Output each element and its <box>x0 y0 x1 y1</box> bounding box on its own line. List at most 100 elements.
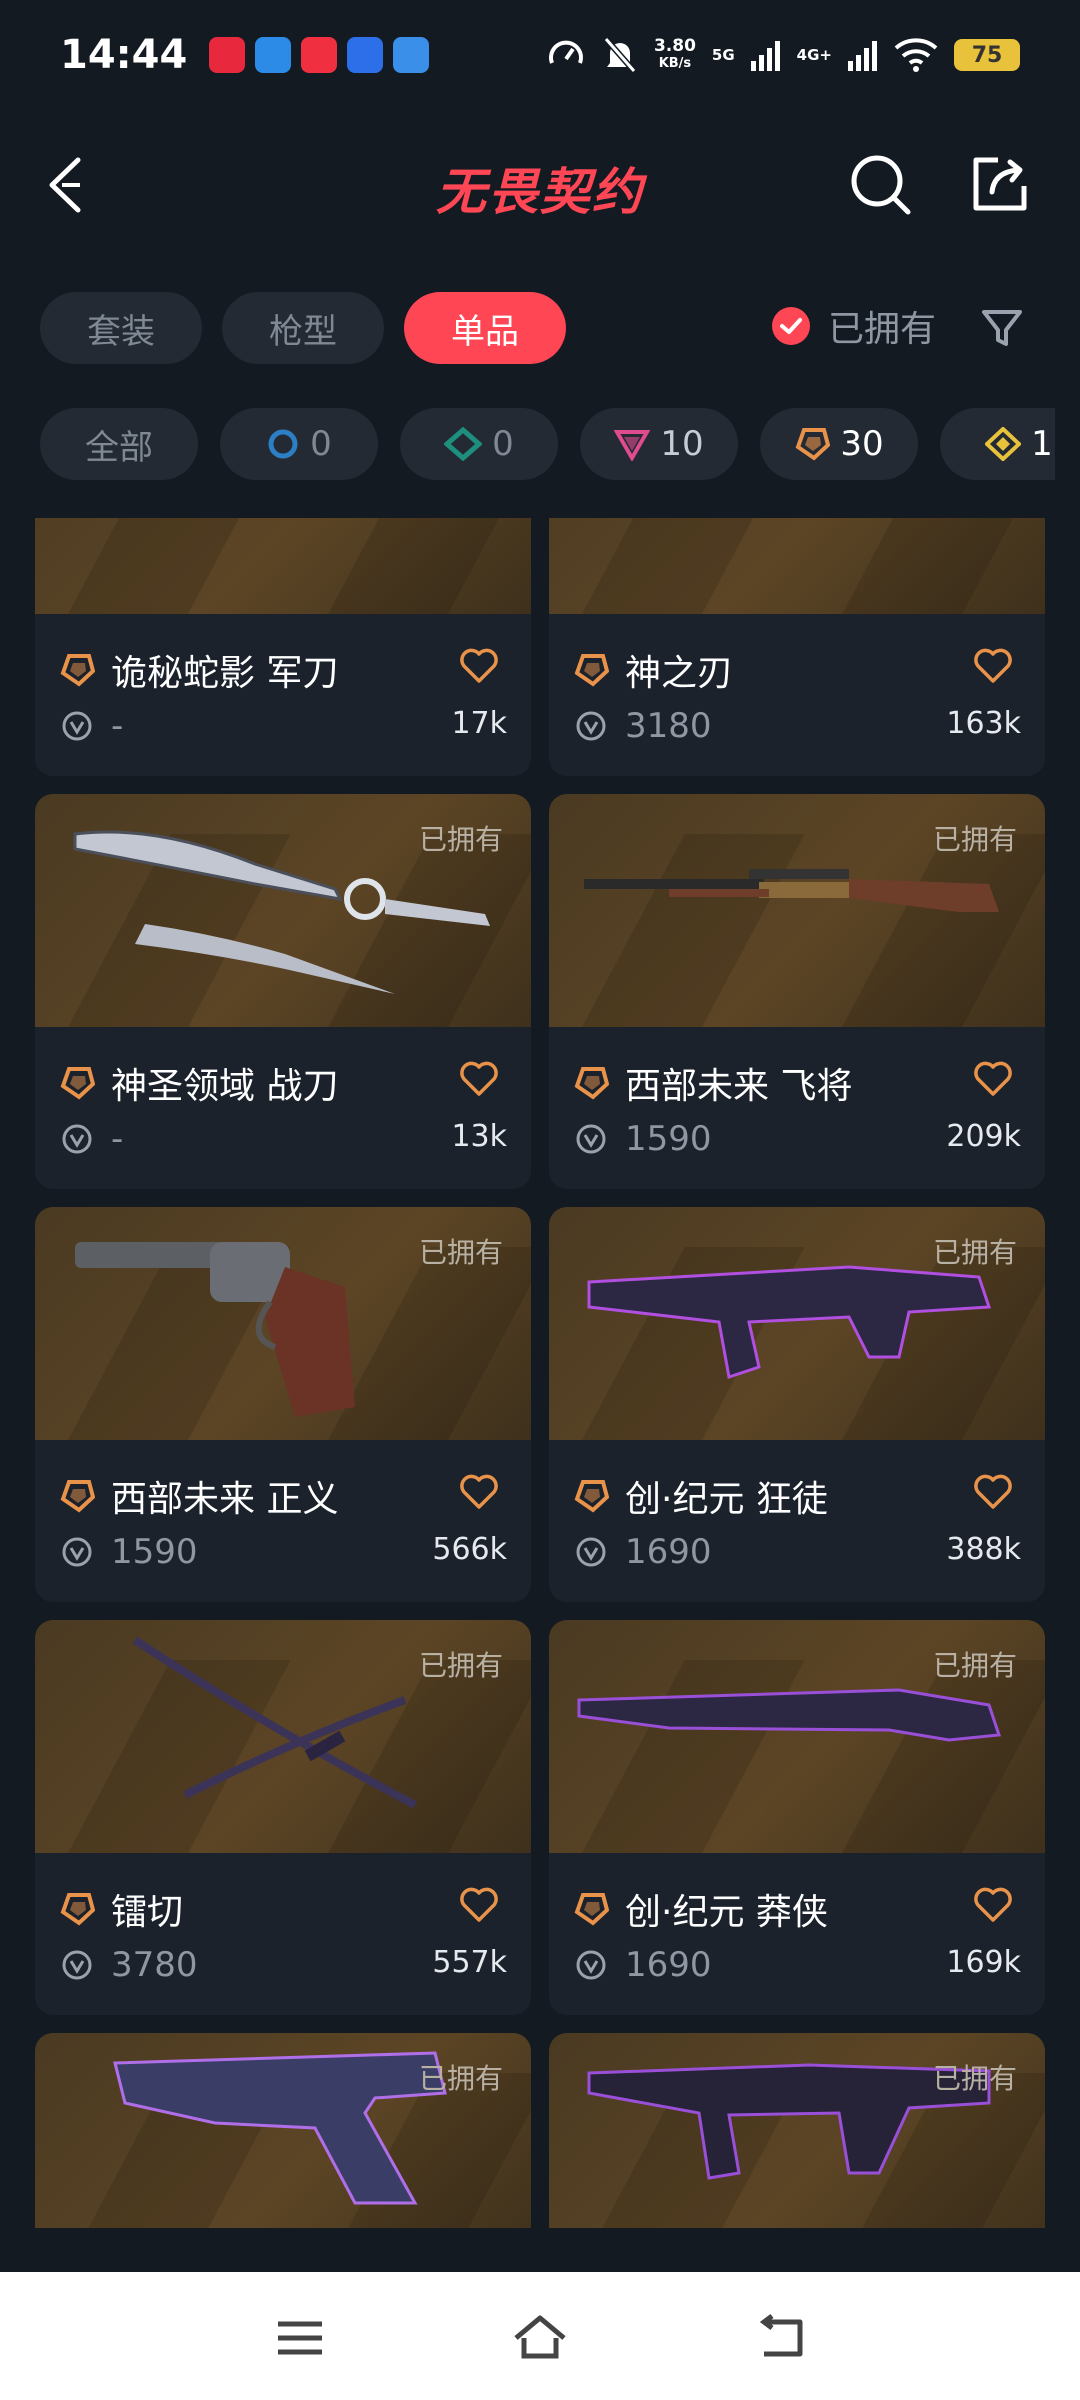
app-notification-icon <box>301 37 338 73</box>
weapon-name: 镭切 <box>111 1892 184 1933</box>
notification-icons <box>209 37 430 73</box>
weapon-price: 1590 <box>111 1532 198 1572</box>
weapon-thumbnail: 已拥有 <box>35 1620 531 1853</box>
heart-icon[interactable] <box>459 1474 499 1510</box>
chip-all[interactable]: 全部 <box>40 408 198 480</box>
weapon-card[interactable]: 神之刃 3180 163k <box>549 518 1045 776</box>
weapon-card[interactable]: 已拥有 创·纪元 狂徒 1690 388k <box>549 1207 1045 1602</box>
owned-tag: 已拥有 <box>418 823 503 856</box>
weapon-card[interactable]: 已拥有镭切 3780 557k <box>35 1620 531 2015</box>
app-notification-icon <box>209 37 246 73</box>
weapon-name: 神之刃 <box>625 653 734 694</box>
app-header: 无畏契约 <box>0 130 1080 240</box>
weapon-card[interactable]: 已拥有神圣领域 战刀 - 13k <box>35 794 531 1189</box>
weapon-price: 3180 <box>625 706 712 746</box>
likes-count: 209k <box>946 1119 1021 1154</box>
owned-tag: 已拥有 <box>418 1649 503 1682</box>
chip-tier-premium[interactable]: 10 <box>580 408 738 480</box>
weapon-name: 西部未来 飞将 <box>625 1066 853 1107</box>
menu-icon[interactable] <box>270 2308 330 2368</box>
weapon-info: 创·纪元 狂徒 1690 388k <box>549 1440 1045 1602</box>
owned-tag: 已拥有 <box>418 1236 503 1269</box>
likes-count: 163k <box>946 706 1021 741</box>
tier-exclusive-icon <box>574 1893 609 1926</box>
search-icon[interactable] <box>848 152 914 218</box>
chip-tier-exclusive[interactable]: 30 <box>760 408 918 480</box>
back-nav-icon[interactable] <box>752 2308 812 2368</box>
weapon-thumbnail <box>549 518 1045 614</box>
wifi-icon <box>894 38 938 72</box>
heart-icon[interactable] <box>973 1887 1013 1923</box>
chip-tier-deluxe[interactable]: 0 <box>400 408 558 480</box>
chip-tier-ultra[interactable]: 1 <box>940 408 1055 480</box>
weapon-price: 1590 <box>625 1119 712 1159</box>
owned-tag: 已拥有 <box>932 823 1017 856</box>
weapon-price: - <box>111 1119 124 1159</box>
tier-ultra-icon <box>985 427 1022 461</box>
weapon-card[interactable]: 已拥有 创·纪元 莽侠 1690 169k <box>549 1620 1045 2015</box>
share-icon[interactable] <box>968 150 1034 216</box>
weapon-info: 镭切 3780 557k <box>35 1853 531 2015</box>
tab-weapon-types[interactable]: 枪型 <box>222 292 384 364</box>
vp-currency-icon <box>576 711 606 741</box>
weapon-price: 1690 <box>625 1945 712 1985</box>
home-icon[interactable] <box>510 2308 570 2368</box>
speedometer-icon <box>548 40 583 64</box>
likes-count: 13k <box>451 1119 507 1154</box>
weapon-price: - <box>111 706 124 746</box>
heart-icon[interactable] <box>459 1887 499 1923</box>
weapon-thumbnail: 已拥有 <box>549 2033 1045 2228</box>
network-speed: 3.80 KB/s <box>653 36 696 71</box>
weapon-image <box>549 518 1045 614</box>
tier-exclusive-icon <box>795 428 831 461</box>
weapon-thumbnail: 已拥有 <box>549 794 1045 1027</box>
signal-icon <box>750 41 780 71</box>
weapon-name: 创·纪元 狂徒 <box>625 1479 828 1520</box>
likes-count: 17k <box>451 706 507 741</box>
heart-icon[interactable] <box>973 648 1013 684</box>
weapon-thumbnail: 已拥有 <box>35 1207 531 1440</box>
weapon-info: 诡秘蛇影 军刀 - 17k <box>35 614 531 776</box>
category-tabs: 套装 枪型 单品 <box>40 292 566 364</box>
weapon-info: 神之刃 3180 163k <box>549 614 1045 776</box>
likes-count: 388k <box>946 1532 1021 1567</box>
tier-exclusive-icon <box>574 1067 609 1100</box>
heart-icon[interactable] <box>973 1474 1013 1510</box>
chip-tier-select[interactable]: 0 <box>220 408 378 480</box>
status-time: 14:44 <box>60 32 188 78</box>
weapon-info: 西部未来 正义 1590 566k <box>35 1440 531 1602</box>
tier-exclusive-icon <box>574 654 609 687</box>
weapon-card[interactable]: 已拥有 <box>35 2033 531 2228</box>
network-4g: 4G+ <box>796 46 832 64</box>
status-bar: 14:44 3.80 KB/s 5G 4G+ 75 <box>0 0 1080 110</box>
owned-filter-label: 已拥有 <box>828 309 937 350</box>
weapon-card[interactable]: 诡秘蛇影 军刀 - 17k <box>35 518 531 776</box>
owned-tag: 已拥有 <box>932 2062 1017 2095</box>
system-nav-bar <box>0 2272 1080 2400</box>
tab-bundles[interactable]: 套装 <box>40 292 202 364</box>
weapon-price: 1690 <box>625 1532 712 1572</box>
tier-exclusive-icon <box>60 1480 95 1513</box>
weapon-name: 创·纪元 莽侠 <box>625 1892 828 1933</box>
tier-exclusive-icon <box>60 1893 95 1926</box>
heart-icon[interactable] <box>459 1061 499 1097</box>
likes-count: 557k <box>432 1945 507 1980</box>
heart-icon[interactable] <box>973 1061 1013 1097</box>
heart-icon[interactable] <box>459 648 499 684</box>
app-notification-icon <box>393 37 430 73</box>
tier-exclusive-icon <box>60 1067 95 1100</box>
weapon-card[interactable]: 已拥有西部未来 正义 1590 566k <box>35 1207 531 1602</box>
tab-single-items[interactable]: 单品 <box>404 292 566 364</box>
weapon-thumbnail: 已拥有 <box>35 2033 531 2228</box>
tier-premium-icon <box>614 430 651 461</box>
weapon-name: 神圣领域 战刀 <box>111 1066 339 1107</box>
mute-bell-icon <box>603 37 637 73</box>
tier-filter-chips: 全部 0 0 10 30 1 <box>40 408 1055 480</box>
weapon-info: 创·纪元 莽侠 1690 169k <box>549 1853 1045 2015</box>
owned-filter-toggle[interactable]: 已拥有 <box>772 300 936 352</box>
weapon-card[interactable]: 已拥有 <box>549 2033 1045 2228</box>
app-notification-icon <box>347 37 384 73</box>
filter-funnel-icon[interactable] <box>980 306 1024 350</box>
weapon-price: 3780 <box>111 1945 198 1985</box>
weapon-card[interactable]: 已拥有西部未来 飞将 1590 209k <box>549 794 1045 1189</box>
